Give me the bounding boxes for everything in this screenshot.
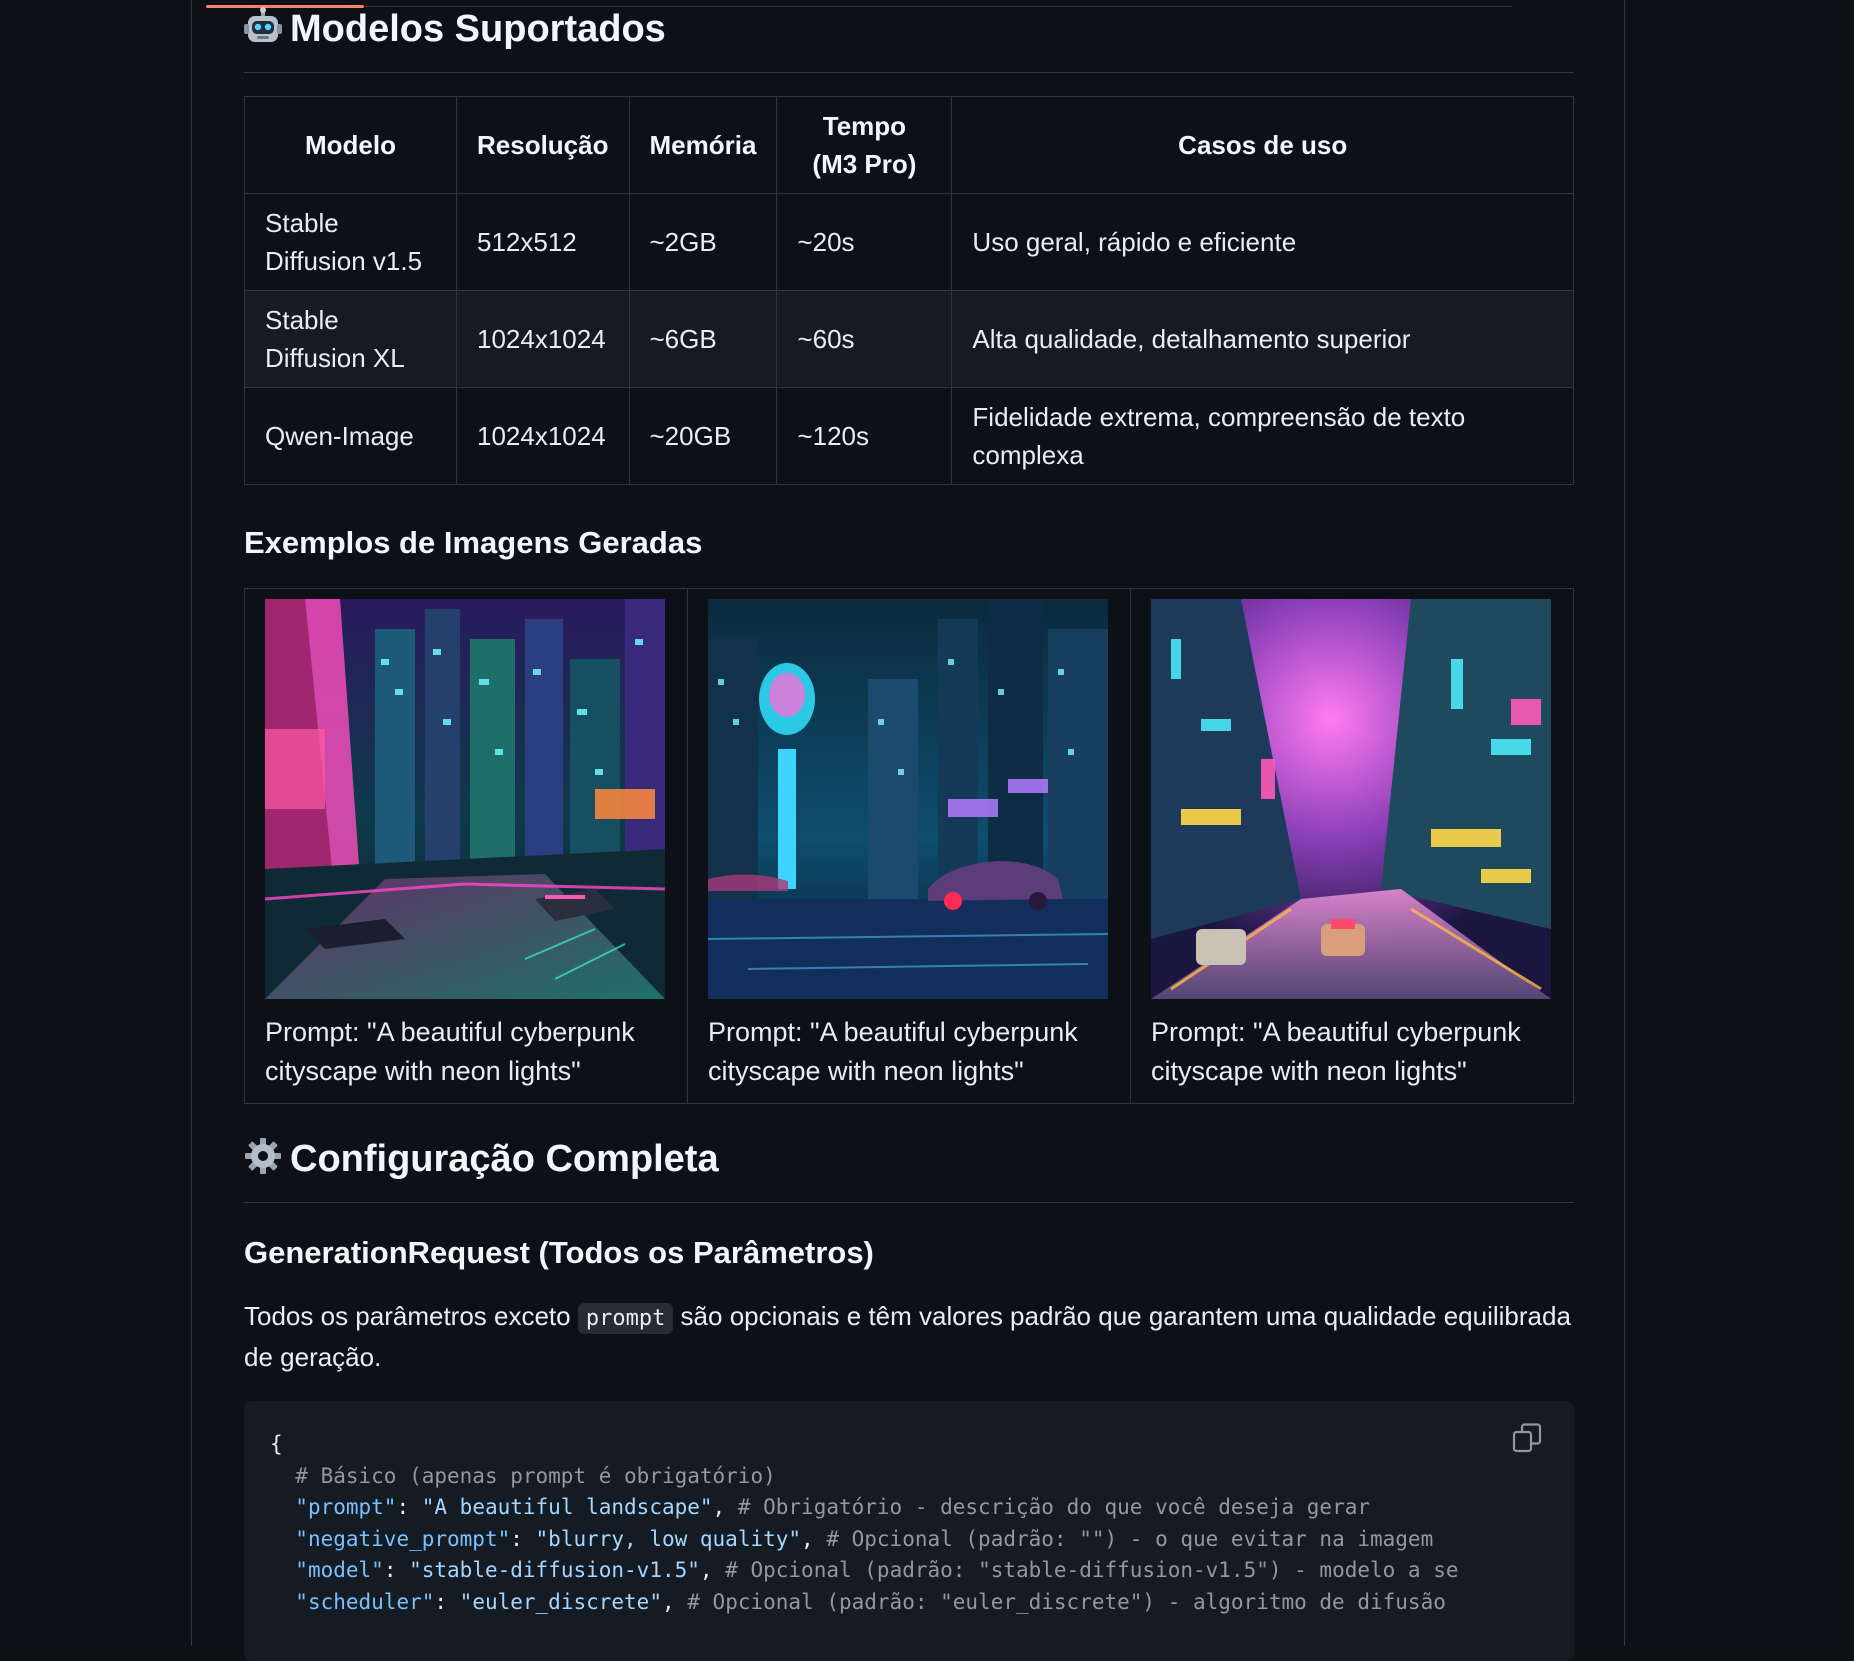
gallery-row: Prompt: "A beautiful cyberpunk cityscape… <box>244 588 1574 1104</box>
code-comment: # Opcional (padrão: "euler_discrete") - … <box>687 1589 1446 1614</box>
gallery-caption: Prompt: "A beautiful cyberpunk cityscape… <box>265 1017 635 1086</box>
cell-memoria: ~2GB <box>628 193 778 291</box>
col-header-memoria: Memória <box>628 96 778 194</box>
cyberpunk-city-image-2[interactable] <box>708 599 1108 999</box>
gear-icon <box>244 1137 282 1175</box>
code-block: { # Básico (apenas prompt é obrigatório)… <box>244 1401 1574 1661</box>
examples-gallery: Prompt: "A beautiful cyberpunk cityscape… <box>244 588 1574 1104</box>
col-header-casos-de-uso: Casos de uso <box>951 96 1574 194</box>
inline-code-prompt: prompt <box>577 1303 674 1334</box>
table-row: Qwen-Image 1024x1024 ~20GB ~120s Fidelid… <box>244 387 1574 485</box>
code-key: "prompt" <box>295 1495 397 1519</box>
copy-icon[interactable] <box>1510 1421 1544 1455</box>
gallery-cell: Prompt: "A beautiful cyberpunk cityscape… <box>1130 588 1574 1104</box>
config-heading: Configuração Completa <box>244 1136 1574 1203</box>
code-key: "model" <box>295 1558 384 1582</box>
code-value: "stable-diffusion-v1.5" <box>409 1558 700 1582</box>
config-heading-text: Configuração Completa <box>290 1138 719 1180</box>
models-heading-text: Modelos Suportados <box>290 8 666 50</box>
col-header-tempo: Tempo (M3 Pro) <box>776 96 953 194</box>
code-comment: # Obrigatório - descrição do que você de… <box>737 1495 1370 1519</box>
examples-heading: Exemplos de Imagens Geradas <box>244 525 703 560</box>
cell-memoria: ~20GB <box>628 387 778 485</box>
code-value: "A beautiful landscape" <box>421 1495 713 1519</box>
models-table: Modelo Resolução Memória Tempo (M3 Pro) … <box>244 96 1574 485</box>
col-header-modelo: Modelo <box>244 96 457 194</box>
readme-page: Modelos Suportados Modelo Resolução Memó… <box>191 0 1625 1661</box>
code-content: { # Básico (apenas prompt é obrigatório)… <box>270 1432 1459 1614</box>
cell-memoria: ~6GB <box>628 290 778 388</box>
robot-icon <box>244 7 282 45</box>
table-row: Stable Diffusion v1.5 512x512 ~2GB ~20s … <box>244 193 1574 291</box>
code-key: "negative_prompt" <box>295 1526 511 1551</box>
code-value: "blurry, low quality" <box>535 1526 802 1551</box>
cyberpunk-city-image-3[interactable] <box>1151 599 1551 999</box>
models-table-header-row: Modelo Resolução Memória Tempo (M3 Pro) … <box>244 96 1574 194</box>
cell-resolucao: 1024x1024 <box>456 387 630 485</box>
cell-casos-de-uso: Fidelidade extrema, compreensão de texto… <box>951 387 1574 485</box>
gallery-cell: Prompt: "A beautiful cyberpunk cityscape… <box>687 588 1131 1104</box>
generation-request-heading: GenerationRequest (Todos os Parâmetros) <box>244 1235 874 1270</box>
col-header-resolucao: Resolução <box>456 96 630 194</box>
cell-modelo: Stable Diffusion v1.5 <box>244 193 457 291</box>
cell-tempo: ~20s <box>776 193 953 291</box>
code-key: "scheduler" <box>295 1589 435 1614</box>
cell-tempo: ~60s <box>776 290 953 388</box>
code-comment: # Opcional (padrão: "stable-diffusion-v1… <box>725 1558 1459 1582</box>
cell-casos-de-uso: Uso geral, rápido e eficiente <box>951 193 1574 291</box>
models-heading: Modelos Suportados <box>244 6 1574 73</box>
code-open-brace: { <box>270 1432 283 1456</box>
desc-text-before: Todos os parâmetros exceto <box>244 1301 578 1331</box>
cell-modelo: Stable Diffusion XL <box>244 290 457 388</box>
gallery-cell: Prompt: "A beautiful cyberpunk cityscape… <box>244 588 688 1104</box>
config-description: Todos os parâmetros exceto prompt são op… <box>244 1297 1574 1377</box>
code-comment: # Opcional (padrão: "") - o que evitar n… <box>826 1526 1434 1551</box>
gallery-caption: Prompt: "A beautiful cyberpunk cityscape… <box>1151 1017 1521 1086</box>
table-row: Stable Diffusion XL 1024x1024 ~6GB ~60s … <box>244 290 1574 388</box>
cell-casos-de-uso: Alta qualidade, detalhamento superior <box>951 290 1574 388</box>
gallery-caption: Prompt: "A beautiful cyberpunk cityscape… <box>708 1017 1078 1086</box>
cell-resolucao: 512x512 <box>456 193 630 291</box>
code-value: "euler_discrete" <box>459 1589 662 1614</box>
cell-resolucao: 1024x1024 <box>456 290 630 388</box>
cell-tempo: ~120s <box>776 387 953 485</box>
cyberpunk-city-image-1[interactable] <box>265 599 665 999</box>
cell-modelo: Qwen-Image <box>244 387 457 485</box>
code-comment: # Básico (apenas prompt é obrigatório) <box>295 1463 776 1488</box>
